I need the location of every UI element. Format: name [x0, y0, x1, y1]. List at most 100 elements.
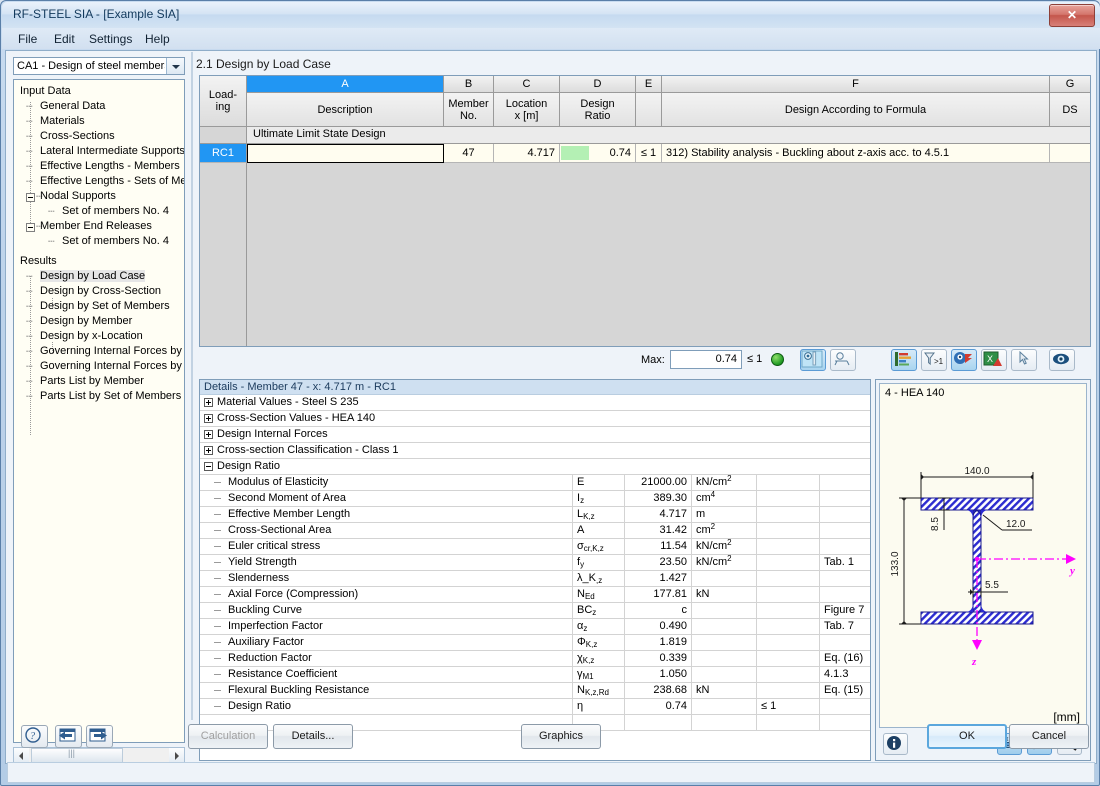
tree-item-releases-set-of-members[interactable]: Set of members No. 4 [62, 235, 169, 247]
menu-item-edit[interactable]: Edit [48, 31, 81, 47]
cross-section-view[interactable]: 4 - HEA 140 [mm] 140.0 133.0 8.5 12.0 5.… [879, 383, 1087, 728]
dim-radius-label: 12.0 [1006, 519, 1026, 530]
details-row-symbol: γM1 [573, 667, 625, 682]
cell-design-ratio-value: 0.74 [609, 147, 631, 159]
details-row-unit: kN/cm2 [692, 474, 757, 490]
details-row: Flexural Buckling Resistance NK,z,Rd 238… [200, 683, 870, 699]
view-mode-icon[interactable] [1049, 349, 1075, 371]
details-group-material-values[interactable]: Material Values - Steel S 235 [200, 395, 870, 411]
expander-minus-icon[interactable] [204, 462, 213, 471]
tree-item-results[interactable]: Results [20, 255, 57, 267]
details-row-reference [820, 475, 870, 490]
details-row-comparison [757, 587, 820, 602]
close-icon[interactable]: ✕ [1049, 4, 1095, 27]
cell-description[interactable] [247, 144, 444, 163]
printout-icon[interactable] [951, 349, 977, 371]
details-row-value: 0.490 [625, 619, 692, 634]
tree-item-general-data[interactable]: General Data [40, 100, 105, 112]
filter-gt1-icon[interactable]: >1 [921, 349, 947, 371]
menu-item-file[interactable]: File [12, 31, 43, 47]
column-letter-a[interactable]: A [247, 76, 444, 93]
tree-item-cross-sections[interactable]: Cross-Sections [40, 130, 115, 142]
table-row[interactable]: RC1 47 4.717 0.74 ≤ 1 312) Stability ana… [200, 144, 1090, 163]
expander-plus-icon[interactable] [204, 414, 213, 423]
tree-item-nodal-supports[interactable]: Nodal Supports [40, 190, 116, 202]
tree-expander-member-end-releases[interactable] [26, 223, 35, 232]
column-letter-b[interactable]: B [444, 76, 494, 93]
details-button[interactable]: Details... [273, 724, 353, 749]
cell-design-ratio[interactable]: 0.74 [560, 144, 636, 163]
support-view-icon[interactable] [830, 349, 856, 371]
column-letter-d[interactable]: D [560, 76, 636, 93]
details-row-comparison [757, 619, 820, 634]
cancel-button[interactable]: Cancel [1009, 724, 1089, 749]
cell-location[interactable]: 4.717 [494, 144, 560, 163]
details-group-cross-section-classification[interactable]: Cross-section Classification - Class 1 [200, 443, 870, 459]
results-table: Load- ing A B C D E F G Description Memb… [199, 75, 1091, 347]
svg-text:>1: >1 [934, 357, 944, 366]
max-value-field[interactable]: 0.74 [670, 350, 742, 369]
calculation-button[interactable]: Calculation [188, 724, 268, 749]
axis-z-label: z [971, 656, 977, 668]
excel-export-icon[interactable]: X [981, 349, 1007, 371]
column-letter-f[interactable]: F [662, 76, 1050, 93]
previous-page-icon[interactable] [55, 725, 82, 748]
chevron-down-icon[interactable] [166, 58, 184, 74]
tree-item-design-by-x-location[interactable]: Design by x-Location [40, 330, 143, 342]
help-icon[interactable]: ? [21, 725, 48, 748]
tree-item-effective-lengths-members[interactable]: Effective Lengths - Members [40, 160, 180, 172]
ok-button[interactable]: OK [927, 724, 1007, 749]
tree-item-materials[interactable]: Materials [40, 115, 85, 127]
tree-item-design-by-member[interactable]: Design by Member [40, 315, 132, 327]
tree-expander-nodal-supports[interactable] [26, 193, 35, 202]
tree-item-effective-lengths-sets[interactable]: Effective Lengths - Sets of Men [40, 175, 184, 187]
details-group-cross-section-values[interactable]: Cross-Section Values - HEA 140 [200, 411, 870, 427]
cell-ds[interactable] [1050, 144, 1090, 163]
graphics-button[interactable]: Graphics [521, 724, 601, 749]
tree-item-governing-forces-by-member[interactable]: Governing Internal Forces by M [40, 345, 184, 357]
column-header-description: Description [247, 93, 444, 127]
tree-item-parts-list-by-member[interactable]: Parts List by Member [40, 375, 144, 387]
expander-plus-icon[interactable] [204, 446, 213, 455]
tree-item-member-end-releases[interactable]: Member End Releases [40, 220, 152, 232]
page-title: 2.1 Design by Load Case [196, 57, 331, 71]
max-limit-label: ≤ 1 [747, 353, 763, 365]
menu-item-settings[interactable]: Settings [83, 31, 138, 47]
result-display-icon[interactable] [800, 349, 826, 371]
expander-plus-icon[interactable] [204, 430, 213, 439]
tree-item-design-by-load-case[interactable]: Design by Load Case [40, 270, 146, 282]
cell-member-no[interactable]: 47 [444, 144, 494, 163]
tree-item-input-data[interactable]: Input Data [20, 85, 71, 97]
navigator-tree: Input Data ┄ General Data ┄ Materials ┄ … [13, 79, 185, 743]
details-row-unit [692, 651, 757, 666]
details-group-design-ratio[interactable]: Design Ratio [200, 459, 870, 475]
tree-item-nodal-set-of-members[interactable]: Set of members No. 4 [62, 205, 169, 217]
color-bars-icon[interactable] [891, 349, 917, 371]
dim-height-label: 133.0 [890, 551, 901, 576]
expander-plus-icon[interactable] [204, 398, 213, 407]
tree-item-governing-forces-by-set[interactable]: Governing Internal Forces by S [40, 360, 184, 372]
results-toolbar: Max: 0.74 ≤ 1 >1 X [199, 349, 1091, 373]
column-letter-c[interactable]: C [494, 76, 560, 93]
details-row-value: 31.42 [625, 523, 692, 538]
status-ok-icon [771, 353, 784, 366]
cell-formula[interactable]: 312) Stability analysis - Buckling about… [662, 144, 1050, 163]
column-letter-e[interactable]: E [636, 76, 662, 93]
details-row-reference [820, 523, 870, 538]
tree-item-design-by-set-of-members[interactable]: Design by Set of Members [40, 300, 170, 312]
cell-loading[interactable]: RC1 [200, 144, 247, 163]
tree-item-design-by-cross-section[interactable]: Design by Cross-Section [40, 285, 161, 297]
column-header-ds: DS [1050, 93, 1090, 127]
tree-item-lateral-intermediate-supports[interactable]: Lateral Intermediate Supports [40, 145, 184, 157]
next-page-icon[interactable] [86, 725, 113, 748]
column-letter-g[interactable]: G [1050, 76, 1090, 93]
panel-splitter[interactable] [191, 52, 193, 720]
details-group-design-internal-forces[interactable]: Design Internal Forces [200, 427, 870, 443]
select-pointer-icon[interactable] [1011, 349, 1037, 371]
details-row-symbol: NK,z,Rd [573, 683, 625, 698]
tree-item-parts-list-by-set[interactable]: Parts List by Set of Members [40, 390, 181, 402]
details-row-comparison [757, 667, 820, 682]
case-selector-combo[interactable]: CA1 - Design of steel members a [13, 57, 185, 75]
menu-item-help[interactable]: Help [139, 31, 176, 47]
dim-web-label: 5.5 [985, 580, 999, 591]
